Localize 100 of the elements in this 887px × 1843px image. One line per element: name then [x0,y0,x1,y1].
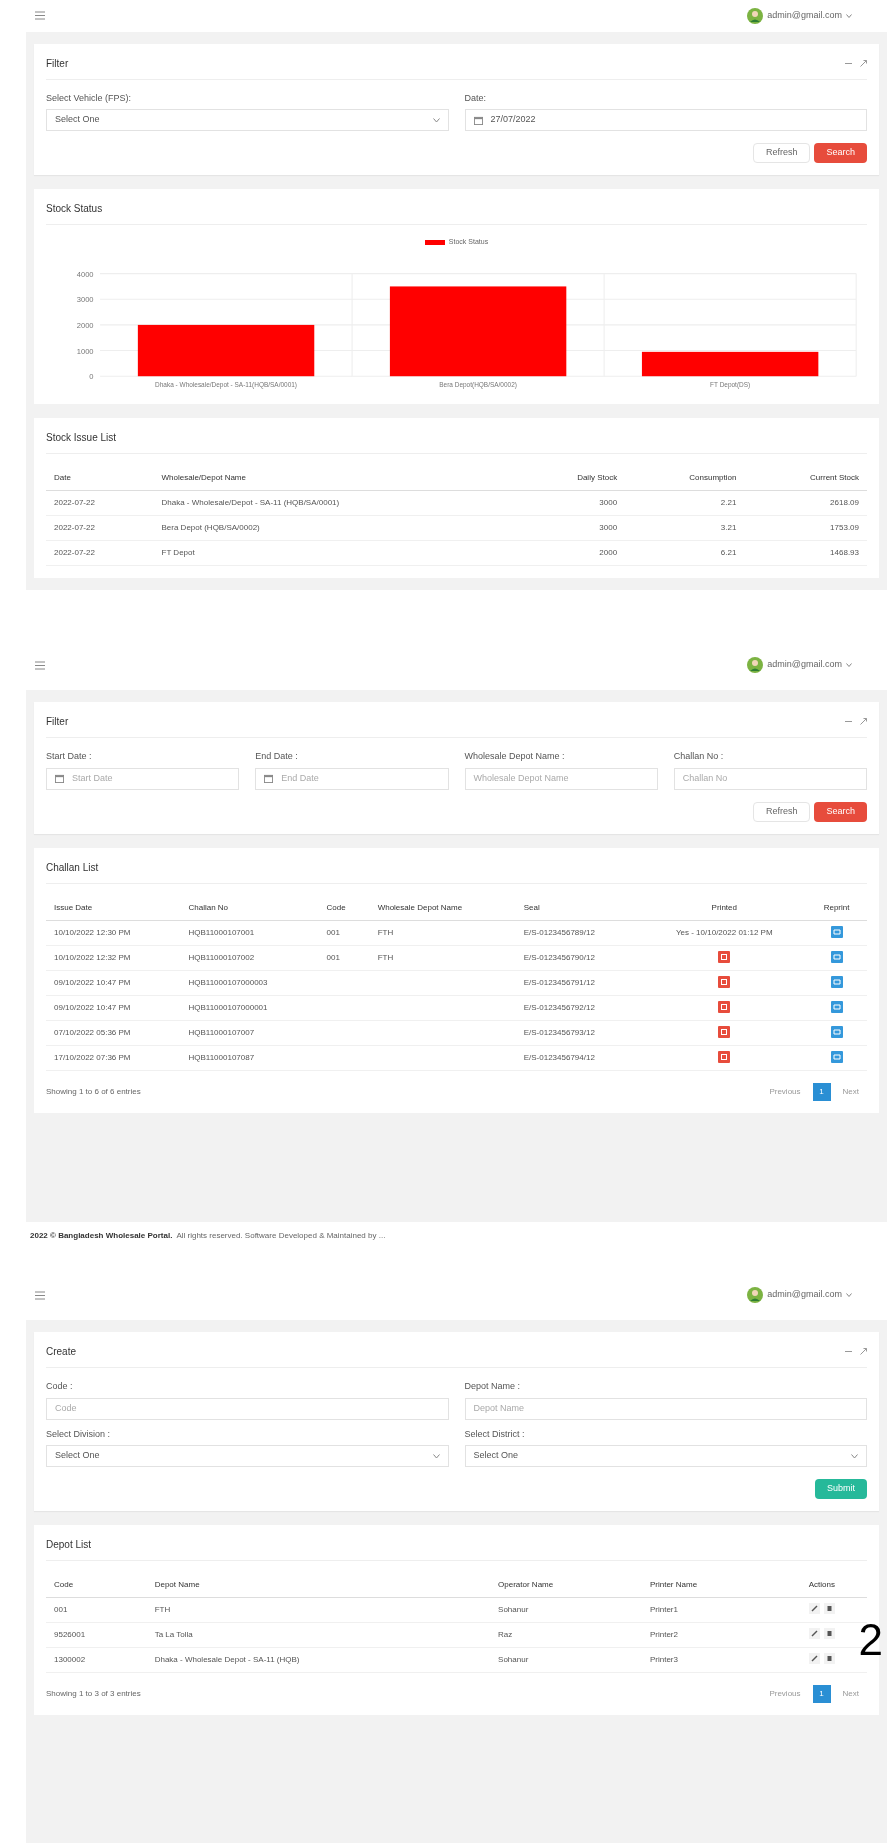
table-cell: HQB11000107000003 [188,977,268,987]
edit-icon[interactable] [808,1652,820,1664]
print-icon[interactable] [718,1051,731,1064]
next-button[interactable]: Next [834,1082,867,1101]
form-button[interactable]: Refresh [752,143,811,164]
minus-icon[interactable] [845,1348,852,1355]
card-title: Challan List [46,860,99,875]
user-menu[interactable]: admin@gmail.com [767,658,842,672]
table-cell: 17/10/2022 07:36 PM [54,1052,131,1062]
page-button[interactable]: 1 [812,1082,831,1101]
refresh-icon[interactable] [830,926,843,939]
select-field[interactable]: Select One [46,1445,449,1467]
table-cell: 1753.09 [830,523,859,532]
date-field[interactable]: End Date [255,767,449,790]
column-header: Challan No [188,902,229,912]
delete-icon[interactable] [823,1602,835,1614]
expand-icon[interactable] [860,59,867,67]
table-cell: 001 [326,927,340,937]
input-field[interactable]: Code [46,1397,449,1420]
refresh-icon[interactable] [830,1001,843,1014]
card-title: Depot List [46,1538,92,1552]
input-field[interactable]: Challan No [673,767,867,790]
edit-icon[interactable] [808,1627,820,1639]
chevron-down-icon [846,13,852,18]
refresh-icon[interactable] [830,1051,843,1064]
next-button[interactable]: Next [834,1685,867,1703]
axis-tick-label: 0 [89,372,94,382]
menu-icon[interactable] [35,660,45,670]
column-header: Seal [523,902,540,912]
table-cell: 07/10/2022 05:36 PM [54,1027,131,1037]
table-cell: HQB11000107087 [188,1052,255,1062]
column-header: Actions [808,1580,835,1589]
field-label: Start Date : [46,750,93,763]
table-cell: 9526001 [54,1630,86,1639]
table-cell: 09/10/2022 10:47 PM [54,1002,131,1012]
previous-button[interactable]: Previous [761,1082,809,1101]
field-label: Date: [464,91,487,105]
delete-icon[interactable] [823,1652,835,1664]
user-menu[interactable]: admin@gmail.com [767,1288,842,1302]
select-field[interactable]: Select One [46,109,449,132]
field-label: Select Vehicle (FPS): [46,91,133,105]
field-label: Code : [46,1380,74,1393]
expand-icon[interactable] [860,1348,867,1355]
date-field[interactable]: 27/07/2022 [464,109,867,132]
field-label: Challan No : [673,750,725,763]
page-button[interactable]: 1 [812,1685,831,1703]
menu-icon[interactable] [35,11,45,21]
table-cell: 001 [54,1605,68,1614]
print-icon[interactable] [718,1001,731,1014]
axis-tick-label: 2000 [76,320,94,330]
delete-icon[interactable] [823,1627,835,1639]
form-button[interactable]: Search [814,801,867,822]
table-cell: Yes - 10/10/2022 01:12 PM [675,927,773,937]
column-header: Issue Date [54,902,93,912]
refresh-icon[interactable] [830,951,843,964]
column-header: Printer Name [649,1580,698,1589]
edit-icon[interactable] [808,1602,820,1614]
form-button[interactable]: Refresh [752,801,811,822]
user-menu[interactable]: admin@gmail.com [767,9,842,23]
card-title: Stock Issue List [46,431,117,445]
table-cell: FTH [154,1605,171,1614]
form-button[interactable]: Search [814,143,867,164]
input-field[interactable]: Wholesale Depot Name [464,767,658,790]
table-cell: E/S-0123456791/12 [523,977,595,987]
chevron-down-icon [846,663,852,667]
column-header: Wholesale Depot Name [377,902,463,912]
date-field[interactable]: Start Date [46,767,240,790]
table-cell: HQB11000107000001 [188,1002,268,1012]
print-icon[interactable] [718,976,731,989]
form-button[interactable]: Submit [815,1479,867,1499]
table-cell: 3000 [599,498,618,507]
print-icon[interactable] [718,951,731,964]
menu-icon[interactable] [35,1290,45,1300]
axis-tick-label: 3000 [76,295,94,305]
avatar-icon [747,7,764,24]
calendar-icon [473,115,483,125]
table-cell: Printer1 [649,1605,678,1614]
table-cell: Dhaka - Wholesale/Depot - SA-11 (HQB/SA/0001) [161,498,340,507]
select-field[interactable]: Select One [464,1445,867,1467]
card-title: Filter [46,56,69,71]
avatar-icon [747,1287,764,1303]
refresh-icon[interactable] [830,976,843,989]
table-cell: E/S-0123456790/12 [523,952,595,962]
refresh-icon[interactable] [830,1026,843,1039]
column-header: Date [54,473,71,482]
table-cell: E/S-0123456794/12 [523,1052,595,1062]
input-field[interactable]: Depot Name [464,1397,867,1420]
table-cell: 2.21 [720,498,737,507]
table-cell: 1300002 [54,1655,86,1664]
minus-icon[interactable] [845,718,852,725]
axis-tick-label: 1000 [76,346,94,356]
table-cell: E/S-0123456793/12 [523,1027,595,1037]
table-cell: Ta La Tolla [154,1630,193,1639]
print-icon[interactable] [718,1026,731,1039]
expand-icon[interactable] [860,718,867,725]
legend-swatch [424,239,445,245]
table-cell: E/S-0123456792/12 [523,1002,595,1012]
card-title: Filter [46,715,69,729]
column-header: Daily Stock [577,473,618,482]
previous-button[interactable]: Previous [761,1685,809,1703]
